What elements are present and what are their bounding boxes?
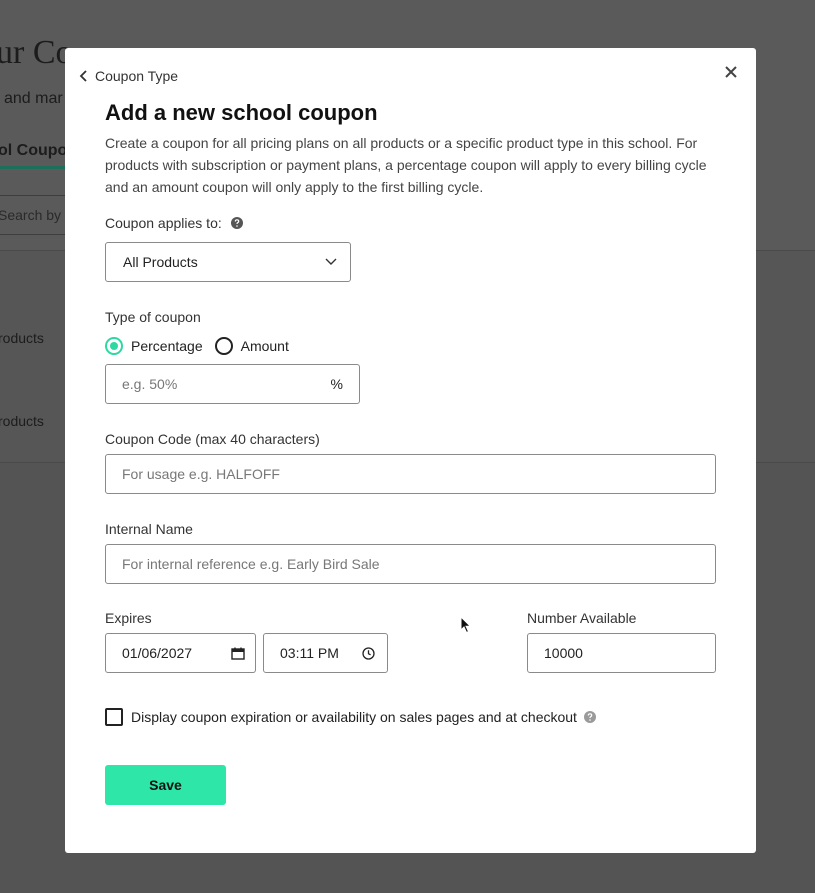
coupon-code-placeholder: For usage e.g. HALFOFF bbox=[122, 466, 280, 482]
modal-description: Create a coupon for all pricing plans on… bbox=[105, 135, 707, 195]
internal-name-label: Internal Name bbox=[105, 521, 193, 537]
radio-percentage[interactable]: Percentage bbox=[105, 337, 203, 355]
expires-label: Expires bbox=[105, 610, 152, 626]
background-list-item: roducts bbox=[0, 413, 44, 429]
number-available-input[interactable]: 10000 bbox=[527, 633, 716, 673]
display-expiration-label: Display coupon expiration or availabilit… bbox=[131, 709, 577, 725]
expires-date-value: 01/06/2027 bbox=[122, 645, 193, 661]
clock-icon[interactable] bbox=[362, 647, 375, 660]
radio-percentage-circle[interactable] bbox=[105, 337, 123, 355]
background-page-title: ur Co bbox=[0, 34, 73, 71]
help-icon[interactable] bbox=[230, 217, 243, 229]
close-button[interactable] bbox=[724, 65, 738, 79]
radio-amount[interactable]: Amount bbox=[214, 337, 289, 355]
coupon-type-label: Type of coupon bbox=[105, 309, 201, 325]
back-link-label: Coupon Type bbox=[95, 68, 179, 84]
applies-to-label: Coupon applies to: bbox=[105, 215, 222, 231]
applies-to-label-row: Coupon applies to: bbox=[105, 215, 243, 231]
save-button[interactable]: Save bbox=[105, 765, 226, 805]
expires-time-input[interactable]: 03:11 PM bbox=[263, 633, 388, 673]
radio-amount-circle[interactable] bbox=[214, 337, 233, 355]
radio-percentage-label: Percentage bbox=[131, 338, 203, 354]
internal-name-placeholder: For internal reference e.g. Early Bird S… bbox=[122, 556, 380, 572]
calendar-icon[interactable] bbox=[231, 647, 245, 660]
expires-time-value: 03:11 PM bbox=[280, 645, 339, 661]
radio-amount-label: Amount bbox=[240, 338, 289, 354]
internal-name-input[interactable]: For internal reference e.g. Early Bird S… bbox=[105, 544, 716, 584]
close-icon bbox=[725, 66, 737, 78]
coupon-modal: Coupon Type Add a new school coupon Crea… bbox=[65, 48, 756, 853]
percent-suffix: % bbox=[330, 376, 343, 392]
coupon-type-radio-group: Percentage Amount bbox=[105, 337, 301, 355]
expires-date-input[interactable]: 01/06/2027 bbox=[105, 633, 256, 673]
background-tab: ol Coupo bbox=[0, 142, 68, 159]
display-expiration-row: Display coupon expiration or availabilit… bbox=[105, 708, 596, 726]
applies-to-select[interactable]: All Products bbox=[105, 242, 351, 282]
display-expiration-checkbox[interactable] bbox=[105, 708, 123, 726]
background-list-item: roducts bbox=[0, 330, 44, 346]
coupon-value-input[interactable]: e.g. 50% % bbox=[105, 364, 360, 404]
number-available-value: 10000 bbox=[544, 645, 583, 661]
chevron-left-icon bbox=[79, 70, 87, 82]
back-link[interactable]: Coupon Type bbox=[79, 68, 178, 84]
modal-title: Add a new school coupon bbox=[105, 100, 378, 125]
coupon-value-placeholder: e.g. 50% bbox=[122, 376, 178, 392]
background-search-placeholder: Search by bbox=[0, 207, 62, 223]
coupon-code-input[interactable]: For usage e.g. HALFOFF bbox=[105, 454, 716, 494]
chevron-down-icon bbox=[325, 258, 337, 265]
applies-to-selected: All Products bbox=[123, 254, 198, 270]
help-icon[interactable] bbox=[583, 711, 596, 723]
background-tab-underline bbox=[0, 166, 70, 169]
number-available-label: Number Available bbox=[527, 610, 637, 626]
mouse-cursor-icon bbox=[460, 616, 472, 634]
coupon-code-label: Coupon Code (max 40 characters) bbox=[105, 431, 320, 447]
background-page-subtitle: and mar bbox=[4, 90, 63, 107]
